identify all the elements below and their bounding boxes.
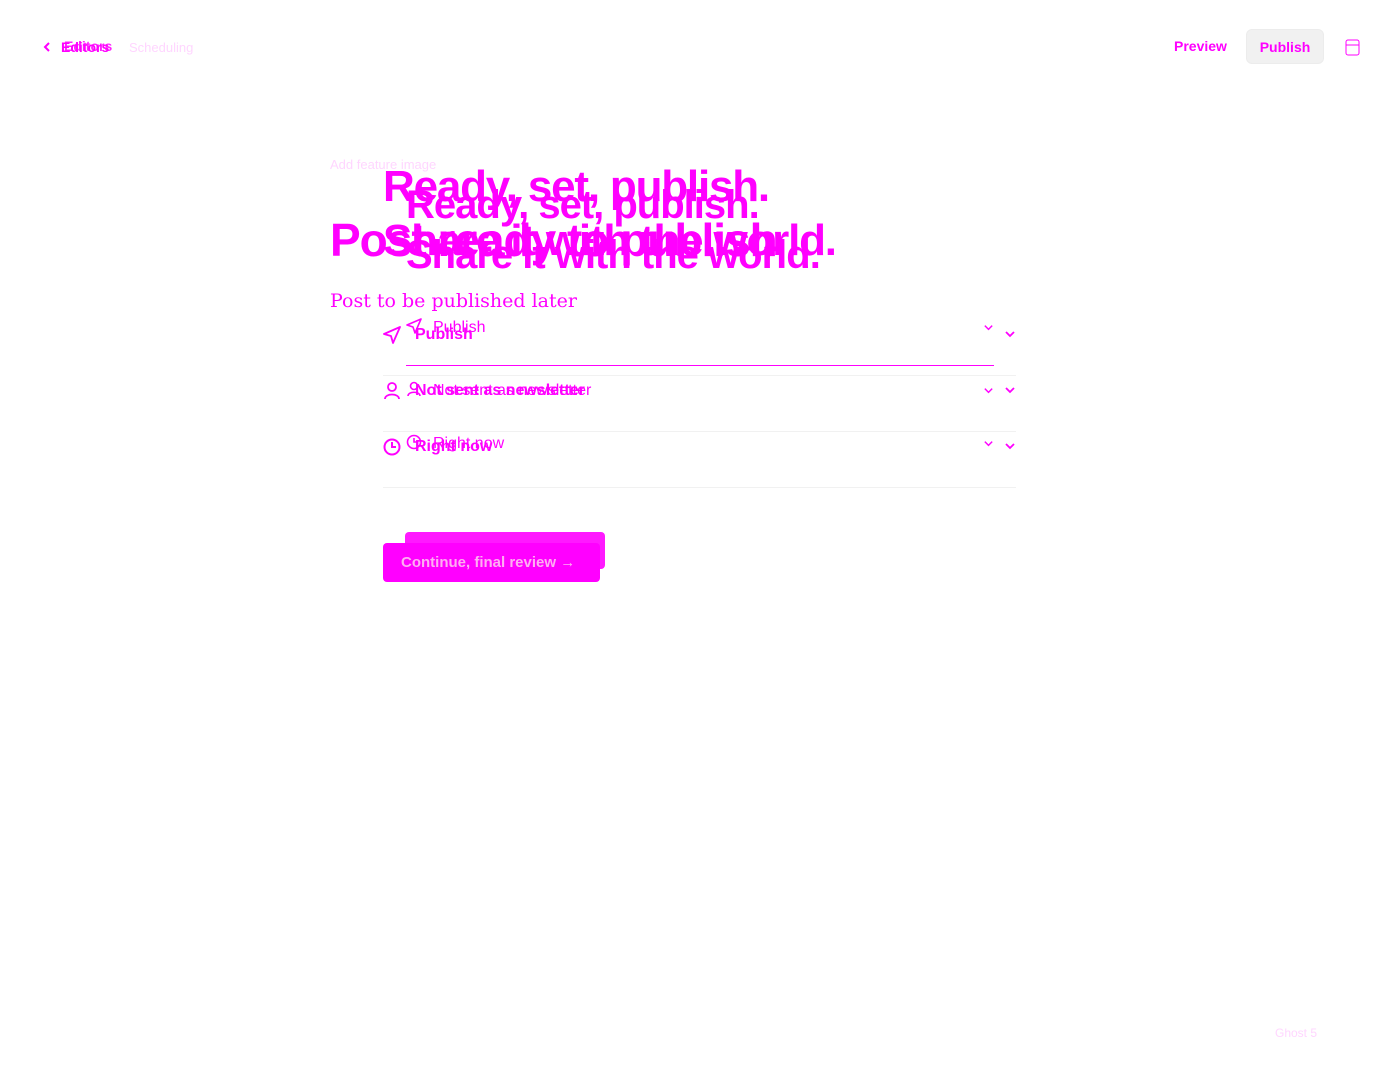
- sidebar-toggle-icon[interactable]: [1345, 39, 1360, 56]
- chevron-down-icon: [1005, 331, 1015, 338]
- publish-heading: Ready, set, publish. Share it with the w…: [383, 160, 1016, 268]
- publish-flow: Ready, set, publish. Share it with the w…: [383, 160, 1016, 582]
- clock-icon: [383, 438, 401, 456]
- post-body[interactable]: Post to be published later: [330, 290, 577, 312]
- preview-button[interactable]: Preview: [1161, 33, 1240, 59]
- user-icon: [384, 382, 400, 400]
- publish-heading-line2: Share it with the world.: [383, 216, 837, 265]
- newsletter-label: Not sent as newsletter: [415, 382, 585, 399]
- back-to-editor-link[interactable]: Editors Editors: [42, 38, 113, 56]
- publish-heading-line1: Ready, set, publish.: [383, 162, 770, 211]
- publish-time-label: Right now: [415, 438, 493, 455]
- send-icon: [383, 326, 401, 344]
- chevron-left-icon: [43, 42, 50, 52]
- publish-type-label: Publish: [415, 326, 473, 343]
- publish-button[interactable]: Publish: [1246, 29, 1324, 64]
- continue-final-review-button[interactable]: Continue, final review →: [383, 543, 600, 582]
- publish-type-option[interactable]: Publish: [383, 320, 1016, 376]
- post-status: Scheduling: [129, 40, 194, 55]
- publish-time-option[interactable]: Right now: [383, 432, 1016, 488]
- footer-credit: Ghost 5: [1275, 1026, 1318, 1040]
- back-link-label-ghost: Editors: [64, 38, 113, 54]
- chevron-down-icon: [1005, 387, 1015, 394]
- newsletter-option[interactable]: Not sent as newsletter: [383, 376, 1016, 432]
- chevron-down-icon: [1005, 443, 1015, 450]
- top-bar: Editors Editors Scheduling Preview Publi…: [0, 0, 1400, 92]
